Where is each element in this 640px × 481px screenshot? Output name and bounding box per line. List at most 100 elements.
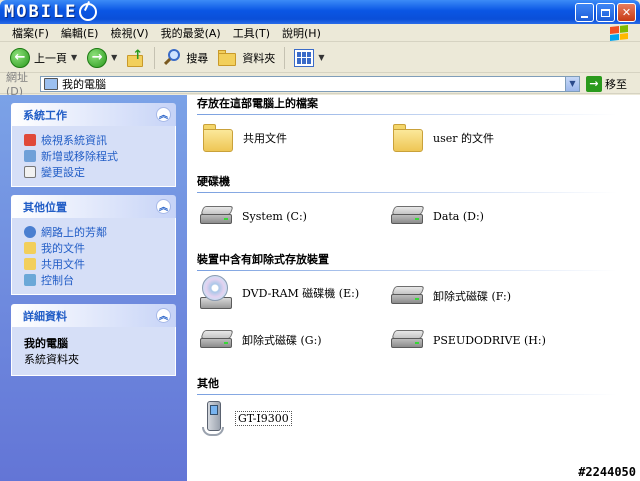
- place-my-documents[interactable]: 我的文件: [24, 240, 175, 256]
- forward-dropdown-icon[interactable]: ▼: [111, 53, 117, 62]
- item-label: 卸除式磁碟 (F:): [433, 290, 512, 303]
- menu-edit[interactable]: 編輯(E): [55, 25, 105, 41]
- views-button[interactable]: ▼: [290, 45, 328, 71]
- shared-folder-icon: [24, 258, 36, 270]
- forward-button[interactable]: → ▼: [83, 45, 121, 71]
- details-name: 我的電腦: [24, 337, 68, 350]
- folder-icon: [218, 49, 238, 66]
- address-value: 我的電腦: [62, 77, 106, 91]
- item-label: System (C:): [242, 209, 307, 223]
- menu-help[interactable]: 說明(H): [276, 25, 327, 41]
- system-tasks-title: 系統工作: [23, 108, 67, 122]
- folder-icon: [203, 124, 235, 152]
- folders-button[interactable]: 資料夾: [214, 45, 279, 71]
- my-documents-icon: [24, 242, 36, 254]
- address-bar: 網址(D) 我的電腦 ▼ → 移至: [0, 71, 640, 98]
- removable-disk-icon: [391, 330, 425, 350]
- close-button[interactable]: ✕: [617, 3, 636, 22]
- back-dropdown-icon[interactable]: ▼: [71, 53, 77, 62]
- place-control-panel[interactable]: 控制台: [24, 272, 175, 288]
- logo-text: MOBILE: [4, 2, 78, 22]
- device-item-gt-i9300[interactable]: GT-I9300: [201, 399, 292, 437]
- collapse-icon[interactable]: ︽: [156, 199, 171, 214]
- removable-disk-icon: [200, 330, 234, 350]
- toolbar: ← 上一頁 ▼ → ▼ ↑ 搜尋 資料夾 ▼: [0, 43, 640, 73]
- section-divider: [197, 270, 617, 271]
- task-change-setting[interactable]: 變更設定: [24, 164, 175, 180]
- forward-arrow-icon: →: [87, 47, 108, 68]
- task-label: 變更設定: [41, 166, 85, 179]
- section-title: 其他: [197, 377, 219, 390]
- menu-view[interactable]: 檢視(V): [104, 25, 154, 41]
- hard-disk-section: 硬碟機: [197, 173, 617, 193]
- menu-bar: 檔案(F) 編輯(E) 檢視(V) 我的最愛(A) 工具(T) 說明(H): [0, 24, 640, 42]
- details-header[interactable]: 詳細資料 ︽: [11, 304, 176, 327]
- search-icon: [164, 48, 182, 67]
- menu-tools[interactable]: 工具(T): [227, 25, 276, 41]
- hard-disk-icon: [200, 206, 234, 226]
- menu-favorites[interactable]: 我的最愛(A): [155, 25, 227, 41]
- section-title: 硬碟機: [197, 175, 230, 188]
- system-tasks-header[interactable]: 系統工作 ︽: [11, 103, 176, 126]
- drive-item-h[interactable]: PSEUDODRIVE (H:): [391, 330, 546, 350]
- address-input[interactable]: 我的電腦 ▼: [40, 75, 580, 92]
- task-view-system-info[interactable]: 檢視系統資訊: [24, 132, 175, 148]
- folder-item-shared-documents[interactable]: 共用文件: [203, 124, 287, 152]
- removable-disk-icon: [391, 286, 425, 306]
- section-divider: [197, 192, 617, 193]
- image-id-watermark: #2244050: [578, 465, 636, 479]
- place-label: 共用文件: [41, 258, 85, 271]
- go-arrow-icon: →: [586, 75, 602, 92]
- details-title: 詳細資料: [23, 309, 67, 323]
- details-group: 詳細資料 ︽ 我的電腦 系統資料夾: [11, 304, 176, 376]
- item-label: PSEUDODRIVE (H:): [433, 333, 546, 347]
- other-section: 其他: [197, 375, 617, 395]
- go-label: 移至: [605, 77, 627, 91]
- minimize-button[interactable]: [575, 3, 594, 22]
- network-icon: [24, 226, 36, 238]
- drive-item-g[interactable]: 卸除式磁碟 (G:): [200, 330, 322, 350]
- title-bar[interactable]: MOBILE ✕: [0, 0, 640, 24]
- drive-item-d[interactable]: Data (D:): [391, 206, 484, 226]
- menu-file[interactable]: 檔案(F): [6, 25, 55, 41]
- windows-flag-icon: [606, 23, 632, 44]
- place-label: 控制台: [41, 274, 74, 287]
- mobile-phone-icon: [201, 399, 227, 437]
- collapse-icon[interactable]: ︽: [156, 107, 171, 122]
- other-places-title: 其他位置: [23, 200, 67, 214]
- folder-item-user-documents[interactable]: user 的文件: [393, 124, 494, 152]
- hard-disk-icon: [391, 206, 425, 226]
- details-type: 系統資料夾: [24, 353, 79, 366]
- item-label: user 的文件: [433, 132, 494, 145]
- maximize-button[interactable]: [596, 3, 615, 22]
- minimize-icon: [581, 15, 588, 18]
- other-places-header[interactable]: 其他位置 ︽: [11, 195, 176, 218]
- back-arrow-icon: ←: [10, 47, 30, 68]
- other-places-group: 其他位置 ︽ 網路上的芳鄰 我的文件 共用文件 控制台: [11, 195, 176, 295]
- drive-item-f[interactable]: 卸除式磁碟 (F:): [391, 286, 511, 306]
- views-dropdown-icon[interactable]: ▼: [318, 53, 324, 62]
- search-button[interactable]: 搜尋: [160, 45, 212, 71]
- up-folder-button[interactable]: ↑: [123, 45, 149, 71]
- drive-item-e[interactable]: DVD-RAM 磁碟機 (E:): [200, 275, 359, 311]
- my-computer-icon: [44, 77, 58, 90]
- add-remove-icon: [24, 150, 36, 162]
- logo-mark-icon: [79, 3, 98, 21]
- item-label: GT-I9300: [235, 410, 292, 426]
- place-shared-documents[interactable]: 共用文件: [24, 256, 175, 272]
- maximize-icon: [601, 8, 610, 17]
- back-button[interactable]: ← 上一頁 ▼: [6, 45, 81, 71]
- address-dropdown-icon[interactable]: ▼: [565, 76, 579, 91]
- task-label: 檢視系統資訊: [41, 134, 107, 147]
- section-title: 存放在這部電腦上的檔案: [197, 97, 318, 110]
- collapse-icon[interactable]: ︽: [156, 308, 171, 323]
- views-icon: [294, 48, 315, 67]
- go-button[interactable]: → 移至: [586, 75, 627, 92]
- system-info-icon: [24, 134, 36, 146]
- place-network[interactable]: 網路上的芳鄰: [24, 224, 175, 240]
- drive-item-c[interactable]: System (C:): [200, 206, 307, 226]
- item-label: 共用文件: [243, 132, 287, 145]
- task-add-remove-programs[interactable]: 新增或移除程式: [24, 148, 175, 164]
- site-logo: MOBILE: [4, 2, 98, 22]
- back-label: 上一頁: [34, 51, 67, 65]
